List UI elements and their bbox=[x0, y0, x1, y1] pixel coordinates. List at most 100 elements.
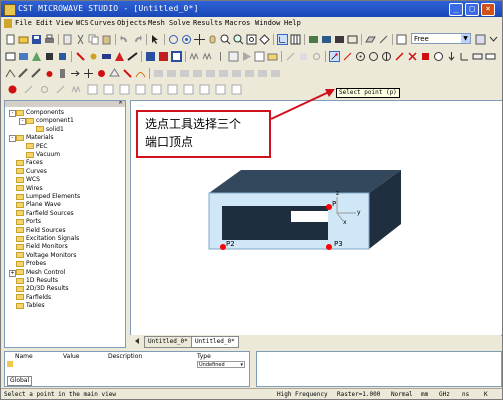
tree-item[interactable]: Voltage Monitors bbox=[16, 252, 76, 260]
face-tool-icon[interactable] bbox=[153, 68, 164, 79]
zoom-fit-icon[interactable] bbox=[246, 34, 257, 45]
circle-tool-icon[interactable] bbox=[96, 68, 107, 79]
mesh-export-icon[interactable] bbox=[199, 84, 210, 95]
mesh-fix-icon[interactable] bbox=[39, 84, 50, 95]
brush-icon[interactable] bbox=[18, 68, 29, 79]
monitor-icon[interactable] bbox=[202, 51, 213, 62]
help-pointer-icon[interactable] bbox=[150, 34, 161, 45]
type-select[interactable]: Undefined ▾ bbox=[197, 361, 245, 368]
select-point-icon[interactable] bbox=[329, 51, 340, 62]
sweep-tool-icon[interactable] bbox=[135, 68, 146, 79]
transform-icon[interactable] bbox=[88, 51, 99, 62]
heal-tool-icon[interactable] bbox=[270, 68, 281, 79]
working-plane-icon[interactable] bbox=[365, 34, 376, 45]
history-icon[interactable] bbox=[62, 34, 73, 45]
port-point-p3[interactable] bbox=[326, 244, 332, 250]
mesh-view-icon[interactable] bbox=[254, 51, 265, 62]
minimize-button[interactable]: _ bbox=[449, 3, 463, 16]
menu-objects[interactable]: Objects bbox=[117, 17, 147, 30]
pick-icon[interactable] bbox=[75, 51, 86, 62]
wire-icon[interactable] bbox=[5, 68, 16, 79]
print-icon[interactable] bbox=[44, 34, 55, 45]
bend-tool-icon[interactable] bbox=[231, 68, 242, 79]
tab-untitled-2[interactable]: Untitled_0* bbox=[191, 336, 239, 348]
tree-item[interactable]: Curves bbox=[16, 168, 47, 176]
background-icon[interactable] bbox=[228, 51, 239, 62]
save-icon[interactable] bbox=[31, 34, 42, 45]
zoom-icon[interactable] bbox=[233, 34, 244, 45]
rotate-view-icon[interactable] bbox=[168, 34, 179, 45]
mesh-stats-icon[interactable] bbox=[231, 84, 242, 95]
tree-item[interactable]: 1D Results bbox=[16, 277, 58, 285]
pick-face-icon[interactable] bbox=[298, 51, 309, 62]
port-icon[interactable] bbox=[158, 51, 169, 62]
tree-item[interactable]: Farfields bbox=[16, 294, 51, 302]
tree-item[interactable]: Farfield Sources bbox=[16, 210, 74, 218]
tree-item[interactable]: Components bbox=[16, 109, 64, 117]
rotate-view-2-icon[interactable] bbox=[181, 34, 192, 45]
menu-results[interactable]: Results bbox=[193, 17, 223, 30]
close-button[interactable]: × bbox=[481, 3, 495, 16]
brick-icon[interactable] bbox=[5, 51, 16, 62]
toolbar-overflow-icon[interactable] bbox=[488, 34, 499, 45]
tree-item[interactable]: Probes bbox=[16, 260, 46, 268]
tree-item[interactable]: Plane Wave bbox=[16, 201, 61, 209]
tab-untitled-1[interactable]: Untitled_0* bbox=[144, 336, 192, 348]
pan-icon[interactable] bbox=[194, 34, 205, 45]
tree-item[interactable]: Ports bbox=[16, 218, 41, 226]
cylinder-icon[interactable] bbox=[57, 51, 68, 62]
torus-icon[interactable] bbox=[44, 51, 55, 62]
menu-wcs[interactable]: WCS bbox=[76, 17, 89, 30]
shell-tool-icon[interactable] bbox=[166, 68, 177, 79]
trim-tool-icon[interactable] bbox=[192, 68, 203, 79]
mesh-icon[interactable] bbox=[396, 34, 407, 45]
paint-icon[interactable] bbox=[31, 68, 42, 79]
view-options-icon[interactable] bbox=[475, 34, 486, 45]
local-wcs-icon[interactable] bbox=[267, 51, 278, 62]
grid-icon[interactable] bbox=[290, 34, 301, 45]
menu-curves[interactable]: Curves bbox=[90, 17, 115, 30]
expand-toggle-icon[interactable]: - bbox=[9, 110, 16, 117]
open-folder-icon[interactable] bbox=[18, 34, 29, 45]
block-icon[interactable] bbox=[485, 51, 496, 62]
menu-window[interactable]: Window bbox=[255, 17, 280, 30]
tree-item[interactable]: Vacuum bbox=[26, 151, 60, 159]
mesh-adapt-icon[interactable] bbox=[71, 84, 82, 95]
cut-plane-icon[interactable] bbox=[321, 34, 332, 45]
tab-scroll-left-icon[interactable] bbox=[133, 337, 141, 345]
polygon-tool-icon[interactable] bbox=[109, 68, 120, 79]
align-icon[interactable] bbox=[114, 51, 125, 62]
wcs-icon[interactable] bbox=[378, 34, 389, 45]
solver-start-icon[interactable] bbox=[241, 51, 252, 62]
frame-combo[interactable]: Free ▼ bbox=[411, 33, 471, 44]
menu-solve[interactable]: Solve bbox=[169, 17, 190, 30]
wireframe-icon[interactable] bbox=[347, 34, 358, 45]
expand-toggle-icon[interactable]: - bbox=[9, 135, 16, 143]
undo-icon[interactable] bbox=[119, 34, 130, 45]
tree-item[interactable]: Materials bbox=[16, 134, 54, 142]
droplet-icon[interactable] bbox=[44, 68, 55, 79]
menu-macros[interactable]: Macros bbox=[225, 17, 250, 30]
tree-item[interactable]: WCS bbox=[16, 176, 40, 184]
menu-edit[interactable]: Edit bbox=[36, 17, 53, 30]
tree-item[interactable]: Tables bbox=[16, 302, 45, 310]
extrude-tool-icon[interactable] bbox=[122, 68, 133, 79]
axes-view-icon[interactable] bbox=[277, 34, 288, 45]
tree-item[interactable]: Excitation Signals bbox=[16, 235, 79, 243]
mesh-grid-icon[interactable] bbox=[119, 84, 130, 95]
menu-view[interactable]: View bbox=[56, 17, 73, 30]
new-parameter-icon[interactable] bbox=[7, 361, 13, 367]
mesh-auto-icon[interactable] bbox=[183, 84, 194, 95]
tree-item[interactable]: PEC bbox=[26, 143, 48, 151]
blend-icon[interactable] bbox=[127, 51, 138, 62]
sheet-tab-global[interactable]: Global bbox=[7, 376, 33, 386]
cone-icon[interactable] bbox=[31, 51, 42, 62]
mesh-settings-icon[interactable] bbox=[7, 84, 18, 95]
download-icon[interactable] bbox=[446, 51, 457, 62]
redo-icon[interactable] bbox=[132, 34, 143, 45]
tree-item[interactable]: solid1 bbox=[36, 126, 64, 134]
mesh-view-2-icon[interactable] bbox=[103, 84, 114, 95]
copy-icon[interactable] bbox=[88, 34, 99, 45]
dimension-icon[interactable] bbox=[472, 51, 483, 62]
cylinder-tool-icon[interactable] bbox=[57, 68, 68, 79]
